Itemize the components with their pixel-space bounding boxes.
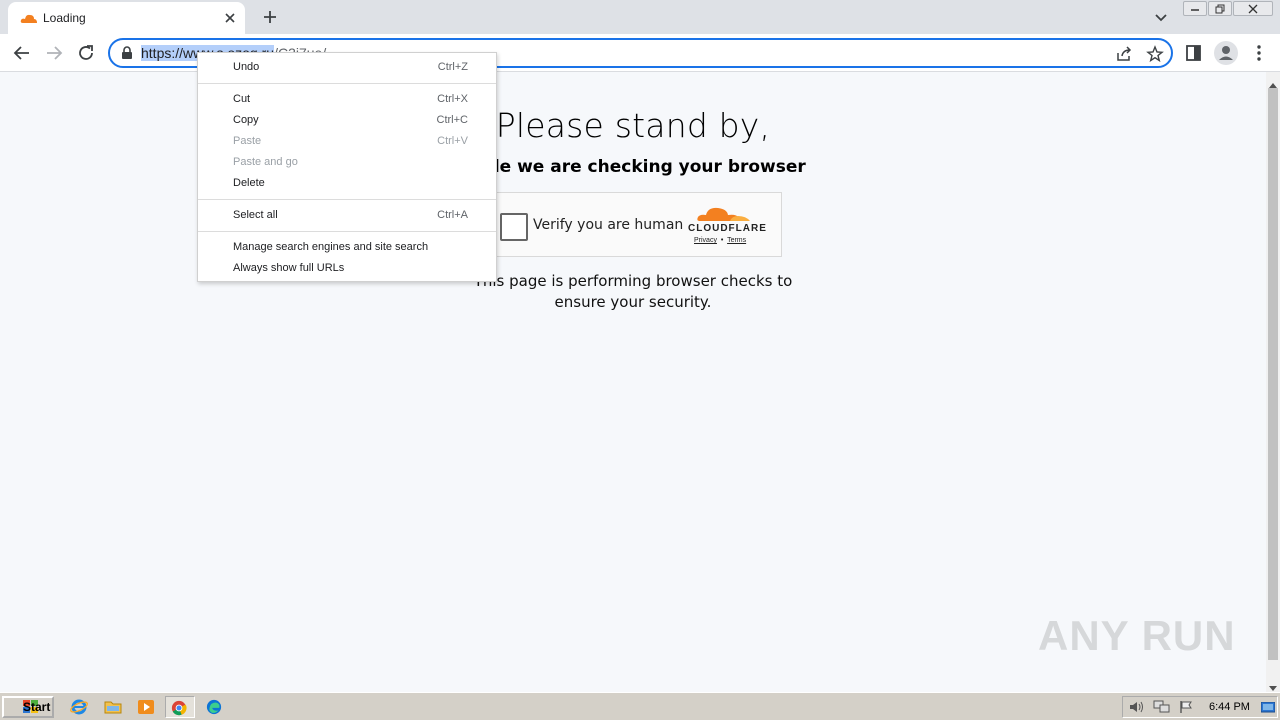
restore-button[interactable] — [1208, 1, 1232, 16]
menu-item-always-show-full-urls[interactable]: Always show full URLs — [198, 258, 496, 279]
chevron-down-icon[interactable] — [1152, 8, 1170, 26]
cloudflare-cloud-icon — [20, 11, 38, 29]
menu-item-delete[interactable]: Delete — [198, 173, 496, 194]
media-player-icon[interactable] — [133, 696, 159, 718]
close-icon[interactable] — [222, 10, 238, 26]
side-panel-icon[interactable] — [1183, 42, 1205, 64]
page-content: Please stand by, while we are checking y… — [0, 72, 1266, 692]
security-message: This page is performing browser checks t… — [473, 272, 793, 311]
share-icon[interactable] — [1115, 45, 1133, 68]
start-button[interactable]: Start — [2, 696, 54, 718]
captcha-links: Privacy • Terms — [694, 237, 746, 244]
network-icon[interactable] — [1153, 700, 1171, 719]
captcha-widget: Verify you are human CLOUDFLARE Privacy … — [485, 192, 782, 257]
tab-title: Loading — [43, 11, 86, 25]
privacy-link[interactable]: Privacy — [694, 237, 717, 244]
browser-toolbar: https://www.s.ozog.ru/C3i7ue/ — [0, 34, 1280, 72]
menu-item-undo[interactable]: Undo Ctrl+Z — [198, 57, 496, 78]
file-explorer-icon[interactable] — [100, 696, 126, 718]
page-title: Please stand by, — [495, 106, 771, 145]
menu-separator — [198, 226, 496, 237]
menu-item-manage-search-engines[interactable]: Manage search engines and site search — [198, 237, 496, 258]
reload-icon[interactable] — [75, 42, 97, 64]
menu-item-select-all[interactable]: Select all Ctrl+A — [198, 205, 496, 226]
taskbar: Start 6:44 PM — [0, 692, 1280, 720]
lock-icon[interactable] — [121, 46, 133, 65]
page-subtitle: while we are checking your browser — [460, 157, 806, 177]
tab-strip: Loading — [0, 0, 1280, 34]
cloudflare-wordmark: CLOUDFLARE — [688, 223, 767, 234]
clock[interactable]: 6:44 PM — [1209, 701, 1250, 713]
edge-icon[interactable] — [201, 696, 227, 718]
window-close-button[interactable] — [1233, 1, 1273, 16]
profile-avatar-icon[interactable] — [1214, 41, 1238, 65]
menu-item-copy[interactable]: Copy Ctrl+C — [198, 110, 496, 131]
link-separator: • — [720, 237, 724, 244]
bookmark-star-icon[interactable] — [1146, 45, 1164, 68]
menu-separator — [198, 78, 496, 89]
action-center-flag-icon[interactable] — [1179, 700, 1193, 719]
show-desktop-icon[interactable] — [1260, 701, 1276, 719]
chrome-icon[interactable] — [165, 696, 195, 718]
system-tray: 6:44 PM — [1122, 696, 1278, 718]
browser-tab[interactable]: Loading — [8, 2, 245, 34]
volume-icon[interactable] — [1129, 700, 1145, 719]
page-scrollbar[interactable] — [1266, 72, 1280, 692]
forward-arrow-icon[interactable] — [43, 42, 65, 64]
kebab-menu-icon[interactable] — [1248, 42, 1270, 64]
menu-separator — [198, 194, 496, 205]
terms-link[interactable]: Terms — [727, 237, 746, 244]
menu-item-paste[interactable]: Paste Ctrl+V — [198, 131, 496, 152]
menu-item-cut[interactable]: Cut Ctrl+X — [198, 89, 496, 110]
verify-label: Verify you are human — [533, 217, 684, 233]
anyrun-watermark: ANY RUN — [1038, 612, 1236, 659]
scroll-thumb[interactable] — [1268, 88, 1278, 660]
back-arrow-icon[interactable] — [11, 42, 33, 64]
start-label: Start — [23, 700, 51, 714]
minimize-button[interactable] — [1183, 1, 1207, 16]
internet-explorer-icon[interactable] — [66, 696, 92, 718]
address-bar-context-menu: Undo Ctrl+Z Cut Ctrl+X Copy Ctrl+C Paste… — [197, 52, 497, 282]
verify-checkbox[interactable] — [500, 213, 528, 241]
menu-item-paste-and-go[interactable]: Paste and go — [198, 152, 496, 173]
plus-icon[interactable] — [260, 7, 280, 27]
